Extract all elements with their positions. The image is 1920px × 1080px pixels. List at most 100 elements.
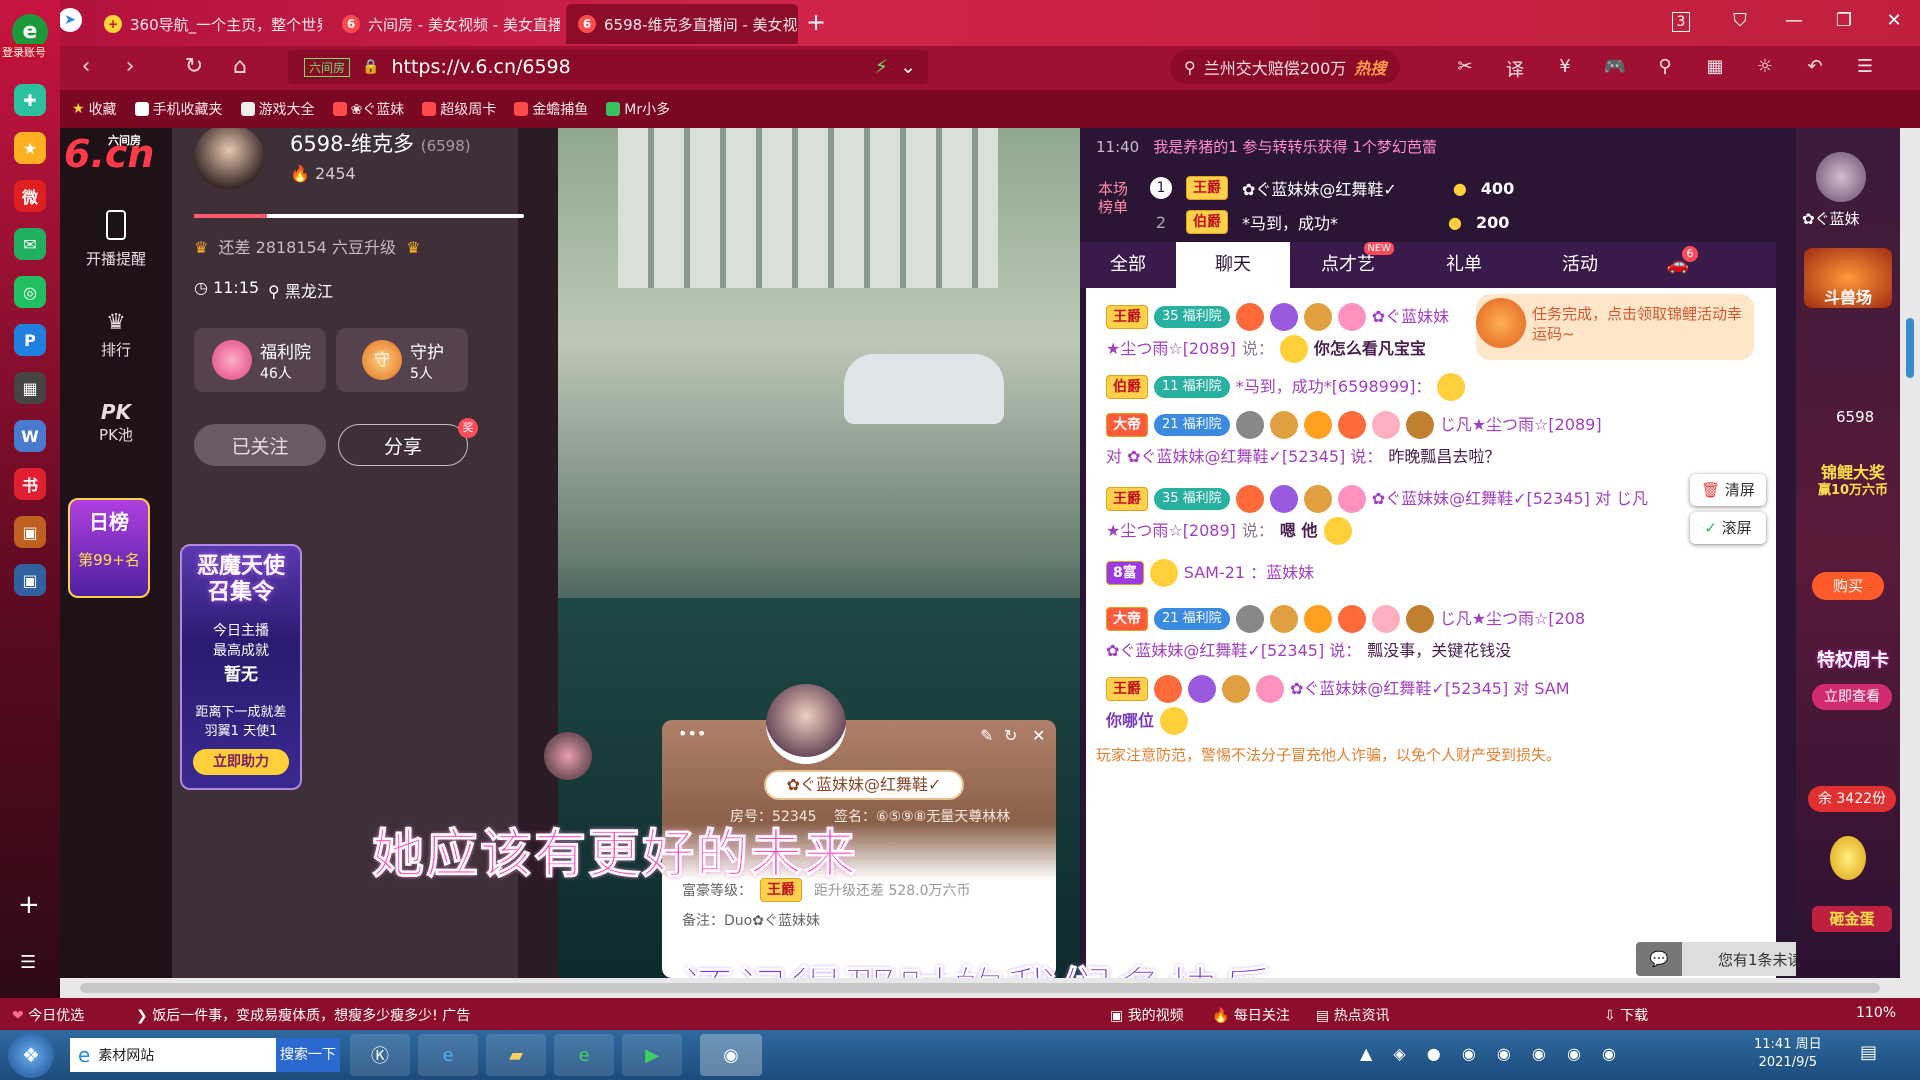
download[interactable]: ⇩ 下载 bbox=[1604, 1005, 1648, 1025]
clock[interactable]: 11:41 周日 2021/9/5 bbox=[1754, 1036, 1822, 1072]
360-browser-icon[interactable]: e bbox=[554, 1034, 614, 1076]
hot-news[interactable]: ▤ 热点资讯 bbox=[1316, 1005, 1390, 1025]
small-avatar[interactable] bbox=[544, 732, 592, 780]
followed-button[interactable]: 已关注 bbox=[194, 424, 326, 466]
privilege-card-banner[interactable]: 特权周卡 bbox=[1804, 646, 1902, 676]
bookmark-item[interactable]: Mr小多 bbox=[606, 99, 670, 119]
zoom-level[interactable]: 110% bbox=[1856, 1005, 1896, 1021]
tab-room[interactable]: 66598-维克多直播间 - 美女视✕ bbox=[566, 4, 798, 44]
my-video[interactable]: ▣ 我的视频 bbox=[1110, 1005, 1184, 1025]
game2-app-icon[interactable]: ▣ bbox=[14, 564, 46, 596]
close-popup-icon[interactable]: ✕ bbox=[1032, 726, 1045, 745]
help-now-button[interactable]: 立即助力 bbox=[193, 749, 289, 775]
rank-row-1[interactable]: 1 王爵 ✿ぐ蓝妹妹@红舞鞋✓ ● 400 bbox=[1150, 176, 1514, 200]
car-icon[interactable]: 🚗 6 bbox=[1638, 242, 1718, 288]
bolt-icon[interactable]: ⚡ bbox=[875, 56, 888, 78]
doc-app-icon[interactable]: W bbox=[14, 420, 46, 452]
address-bar[interactable]: 六间房 🔒 https://v.6.cn/6598 ⚡ ⌄ bbox=[288, 50, 928, 84]
bookmark-item[interactable]: 手机收藏夹 bbox=[134, 99, 223, 119]
photo-app-icon[interactable]: ◉ bbox=[700, 1034, 762, 1076]
task-tip[interactable]: 任务完成，点击领取锦鲤活动幸运码~ bbox=[1476, 294, 1754, 360]
coin-icon[interactable]: ¥ bbox=[1550, 56, 1580, 77]
check-now-button[interactable]: 立即查看 bbox=[1812, 684, 1892, 710]
rank-row-2[interactable]: 2 伯爵 *马到，成功* ● 200 bbox=[1150, 210, 1509, 234]
red-app-icon[interactable]: 书 bbox=[14, 468, 46, 500]
host-avatar[interactable] bbox=[194, 128, 264, 190]
clear-screen-button[interactable]: 🗑 清屏 bbox=[1690, 474, 1766, 506]
mail-icon[interactable]: ✉ bbox=[14, 228, 46, 260]
page-scrollbar[interactable] bbox=[1900, 128, 1920, 978]
skin-icon[interactable]: ⛉ bbox=[1722, 10, 1758, 31]
tab-all[interactable]: 全部 bbox=[1080, 242, 1176, 288]
add-app-icon[interactable]: + bbox=[18, 890, 40, 920]
bookmark-item[interactable]: ★ 收藏 bbox=[72, 99, 117, 119]
tab-talent[interactable]: 点才艺 NEW bbox=[1290, 242, 1406, 288]
refresh-icon[interactable]: ↻ bbox=[1004, 726, 1017, 745]
telegram-icon[interactable]: ➤ bbox=[58, 8, 82, 32]
forward-icon[interactable]: › bbox=[114, 54, 146, 79]
horizontal-scrollbar[interactable] bbox=[60, 978, 1920, 998]
today-picks[interactable]: ❤ 今日优选 bbox=[12, 1005, 84, 1025]
maximize-button[interactable]: ❐ bbox=[1826, 10, 1862, 31]
bookmark-item[interactable]: 金蟾捕鱼 bbox=[514, 99, 588, 119]
koi-banner[interactable]: 锦鲤大奖 赢10万六币 bbox=[1804, 464, 1902, 504]
scroll-screen-button[interactable]: ✓ 滚屏 bbox=[1690, 512, 1766, 544]
game-app-icon[interactable]: ▣ bbox=[14, 516, 46, 548]
buy-button[interactable]: 购买 bbox=[1812, 572, 1884, 600]
magnifier-icon[interactable]: ⚲ bbox=[1650, 56, 1680, 77]
chevron-down-icon[interactable]: ⌄ bbox=[900, 56, 916, 78]
grid-icon[interactable]: ▦ bbox=[1700, 56, 1730, 77]
notification-icon[interactable]: ▤ bbox=[1860, 1042, 1877, 1063]
broadcast-reminder[interactable]: 开播提醒 bbox=[60, 210, 172, 269]
tab-gifts[interactable]: 礼单 bbox=[1406, 242, 1522, 288]
tab-6cn[interactable]: 6 六间房 - 美女视频 - 美女直播 bbox=[330, 4, 560, 44]
player-icon[interactable]: ▶ bbox=[622, 1034, 682, 1076]
login-label[interactable]: 登录账号 bbox=[2, 44, 46, 60]
user-avatar[interactable] bbox=[1816, 152, 1866, 202]
smash-egg-button[interactable]: 砸金蛋 bbox=[1812, 906, 1892, 932]
brightness-icon[interactable]: ☼ bbox=[1750, 56, 1780, 77]
taskbar-search-button[interactable]: 搜索一下 bbox=[276, 1038, 340, 1072]
golden-egg-icon[interactable] bbox=[1830, 836, 1866, 880]
undo-icon[interactable]: ↶ bbox=[1800, 56, 1830, 77]
bookmark-item[interactable]: 游戏大全 bbox=[240, 99, 315, 119]
star-app-icon[interactable]: ★ bbox=[14, 132, 46, 164]
start-button[interactable]: ❖ bbox=[8, 1032, 54, 1078]
new-tab-button[interactable]: + bbox=[806, 8, 826, 36]
sidebar-app-icon[interactable]: ✚ bbox=[14, 84, 46, 116]
tray-icons[interactable]: ▲ ◈ ● ◉ ◉ ◉ ◉ ◉ bbox=[1360, 1044, 1624, 1063]
bookmark-item[interactable]: 超级周卡 bbox=[422, 99, 496, 119]
tab-count-badge[interactable]: 3 bbox=[1672, 12, 1690, 32]
profile-avatar[interactable] bbox=[766, 684, 846, 764]
daily-rank-badge[interactable]: 日榜 第99+名 bbox=[68, 498, 150, 598]
list-icon[interactable]: ☰ bbox=[20, 952, 36, 973]
home-icon[interactable]: ⌂ bbox=[224, 54, 256, 79]
ad-text[interactable]: ❯ 饭后一件事，变成易瘦体质，想瘦多少瘦多少! 广告 bbox=[136, 1005, 470, 1025]
close-window-button[interactable]: ✕ bbox=[1876, 10, 1912, 31]
translate-icon[interactable]: 译 bbox=[1500, 56, 1530, 82]
menu-icon[interactable]: ☰ bbox=[1850, 56, 1880, 77]
share-button[interactable]: 分享 bbox=[338, 424, 468, 466]
ie-browser-icon[interactable]: e bbox=[418, 1034, 478, 1076]
welfare-card[interactable]: 福利院 46人 bbox=[194, 328, 326, 392]
back-icon[interactable]: ‹ bbox=[70, 54, 102, 79]
bookmark-item[interactable]: ❀ぐ蓝妹 bbox=[332, 99, 404, 119]
tab-chat[interactable]: 聊天 bbox=[1176, 242, 1290, 288]
cut-icon[interactable]: ✂ bbox=[1450, 56, 1480, 77]
pk-pool-link[interactable]: PK PK池 bbox=[60, 400, 172, 445]
site-logo[interactable]: 6.cn 六间房 bbox=[64, 132, 168, 182]
p-app-icon[interactable]: P bbox=[14, 324, 46, 356]
ranking-link[interactable]: ♛ 排行 bbox=[60, 310, 172, 360]
wechat-icon[interactable]: ◎ bbox=[14, 276, 46, 308]
tab-activity[interactable]: 活动 bbox=[1522, 242, 1638, 288]
search-box[interactable]: ⚲ 兰州交大赔偿200万 热搜 bbox=[1170, 50, 1400, 84]
grid-app-icon[interactable]: ▦ bbox=[14, 372, 46, 404]
guard-card[interactable]: 守 守护 5人 bbox=[336, 328, 468, 392]
daily-follow[interactable]: 🔥 每日关注 bbox=[1212, 1005, 1290, 1025]
arena-banner[interactable]: 斗兽场 bbox=[1804, 248, 1892, 308]
taskbar-search-box[interactable]: e 素材网站 bbox=[70, 1038, 276, 1072]
game-icon[interactable]: 🎮 bbox=[1600, 56, 1630, 77]
weibo-icon[interactable]: 微 bbox=[14, 180, 46, 212]
refresh-icon[interactable]: ↻ bbox=[178, 54, 210, 79]
folder-icon[interactable]: ▰ bbox=[486, 1034, 546, 1076]
